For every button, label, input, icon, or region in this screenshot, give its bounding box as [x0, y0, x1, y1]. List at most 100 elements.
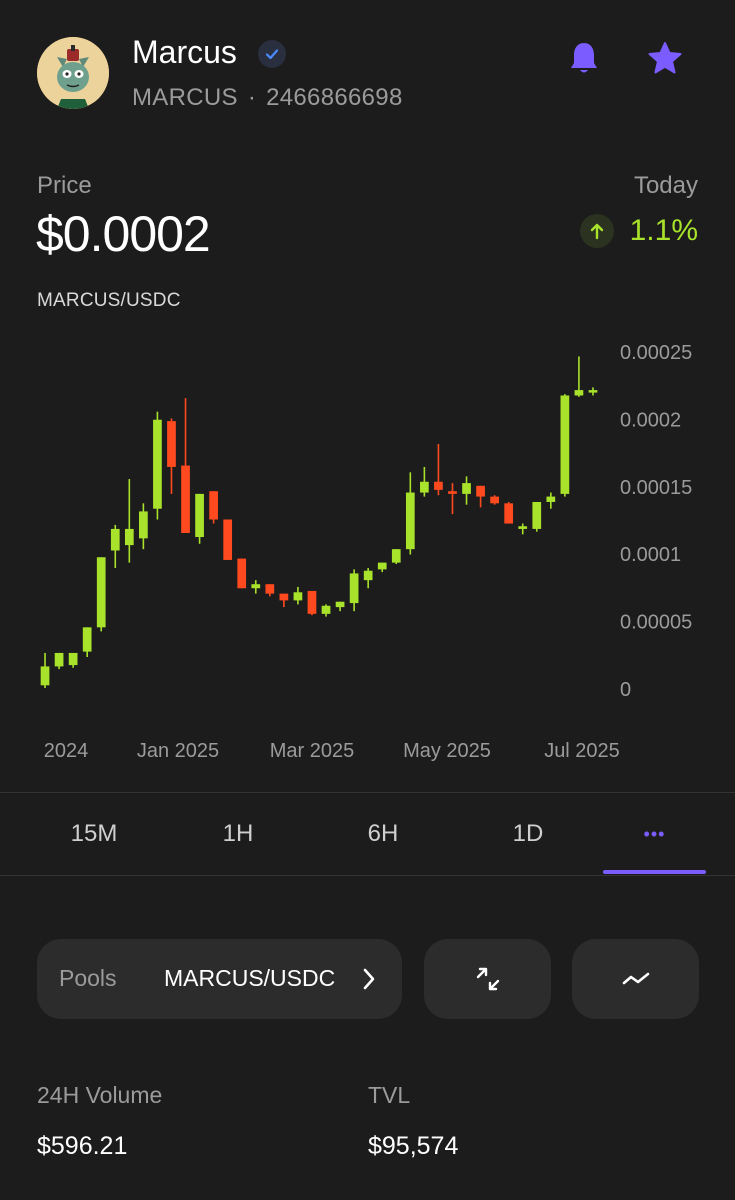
tvl-label: TVL	[368, 1082, 411, 1108]
candle-body	[82, 627, 92, 652]
candle	[321, 604, 331, 617]
separator: ·	[247, 84, 257, 111]
tvl-value: $95,574	[368, 1132, 459, 1160]
candle	[504, 501, 514, 524]
candle-body	[546, 496, 556, 502]
y-tick-label: 0.00025	[620, 342, 692, 364]
x-tick-label: May 2025	[403, 740, 491, 762]
pools-button[interactable]: Pools MARCUS/USDC	[37, 939, 402, 1019]
candle-body	[434, 481, 443, 490]
tab-1h[interactable]: 1H	[168, 793, 308, 875]
candle	[68, 652, 78, 668]
cat-logo-icon	[37, 37, 109, 109]
candle-body	[321, 605, 331, 614]
pools-pair: MARCUS/USDC	[164, 965, 336, 991]
candle-body	[307, 590, 317, 614]
candle	[391, 549, 401, 564]
candle	[167, 418, 176, 494]
candle-body	[68, 652, 78, 666]
volume-value: $596.21	[37, 1132, 128, 1160]
x-tick-label: Jan 2025	[137, 740, 219, 762]
candlestick-chart[interactable]: 0.00025 0.0002 0.00015 0.0001 0.00005 0 2024 Ja…	[0, 330, 735, 775]
candle	[532, 501, 542, 532]
candle	[560, 394, 570, 497]
candle-body	[391, 549, 401, 563]
candle	[82, 627, 92, 657]
token-name: Marcus	[132, 34, 237, 70]
candle	[490, 495, 499, 505]
candle	[420, 466, 429, 497]
candle-body	[335, 601, 345, 608]
bell-icon[interactable]	[562, 36, 606, 80]
token-avatar	[37, 37, 109, 109]
price-change-value: 1.1%	[629, 214, 698, 247]
candle-body	[124, 528, 134, 546]
candle	[139, 503, 148, 550]
candle-body	[167, 421, 176, 467]
candle-body	[223, 519, 233, 560]
y-tick-label: 0.0001	[620, 544, 681, 566]
pools-label: Pools	[59, 965, 117, 991]
candle	[153, 411, 162, 520]
candle-body	[363, 570, 373, 581]
candle-body	[532, 501, 542, 529]
candle	[377, 562, 387, 573]
candle-body	[96, 557, 106, 628]
candle-body	[153, 419, 162, 509]
token-header: Marcus MARCUS · 2466866698	[0, 0, 735, 140]
candle-body	[560, 395, 570, 494]
candle	[307, 590, 317, 616]
line-chart-button[interactable]	[572, 939, 699, 1019]
y-tick-label: 0.00005	[620, 612, 692, 634]
candle	[448, 483, 457, 515]
period-label: Today	[633, 172, 698, 199]
candle-body	[420, 481, 429, 493]
price-change: 1.1%	[579, 214, 698, 248]
candle	[546, 492, 556, 509]
token-id: 2466866698	[266, 84, 403, 111]
candle	[124, 479, 134, 563]
x-tick-label: Mar 2025	[270, 740, 355, 762]
candle-body	[504, 503, 514, 524]
swap-button[interactable]	[424, 939, 551, 1019]
swap-arrows-icon	[476, 967, 499, 991]
price-chart[interactable]: 0.00025 0.0002 0.00015 0.0001 0.00005 0 2024 Ja…	[0, 330, 735, 775]
candle	[40, 652, 50, 688]
star-icon[interactable]	[643, 36, 687, 80]
tab-1d[interactable]: 1D	[458, 793, 598, 875]
candle-body	[265, 584, 275, 594]
candle	[434, 444, 443, 496]
volume-label: 24H Volume	[37, 1082, 163, 1108]
candle	[363, 568, 373, 589]
y-tick-label: 0	[620, 679, 631, 701]
candle-body	[462, 483, 471, 494]
candle	[223, 519, 233, 560]
candle-body	[251, 584, 261, 589]
y-tick-label: 0.0002	[620, 409, 681, 431]
token-symbol: MARCUS	[132, 84, 238, 111]
tab-15m[interactable]: 15M	[24, 793, 164, 875]
candle-body	[377, 562, 387, 570]
x-tick-label: 2024	[44, 740, 89, 762]
tab-more[interactable]: •••	[603, 793, 706, 875]
candle	[265, 584, 275, 597]
candle	[462, 476, 471, 505]
candle-body	[448, 491, 457, 494]
token-subline: MARCUS · 2466866698	[132, 84, 403, 112]
arrow-up-icon	[579, 214, 614, 248]
candle	[335, 601, 345, 612]
candle-body	[490, 496, 499, 504]
candle	[251, 580, 261, 594]
price-label: Price	[37, 172, 92, 199]
candle-body	[110, 528, 120, 551]
candle-body	[279, 593, 289, 601]
candle	[349, 569, 359, 612]
candle-body	[476, 485, 485, 497]
tab-6h[interactable]: 6H	[313, 793, 453, 875]
candle-body	[518, 526, 528, 529]
candle-body	[349, 573, 359, 604]
y-tick-label: 0.00015	[620, 477, 692, 499]
candle-body	[237, 558, 247, 589]
price-value: $0.0002	[36, 206, 211, 262]
timeframe-tabs: 15M 1H 6H 1D •••	[0, 793, 735, 875]
